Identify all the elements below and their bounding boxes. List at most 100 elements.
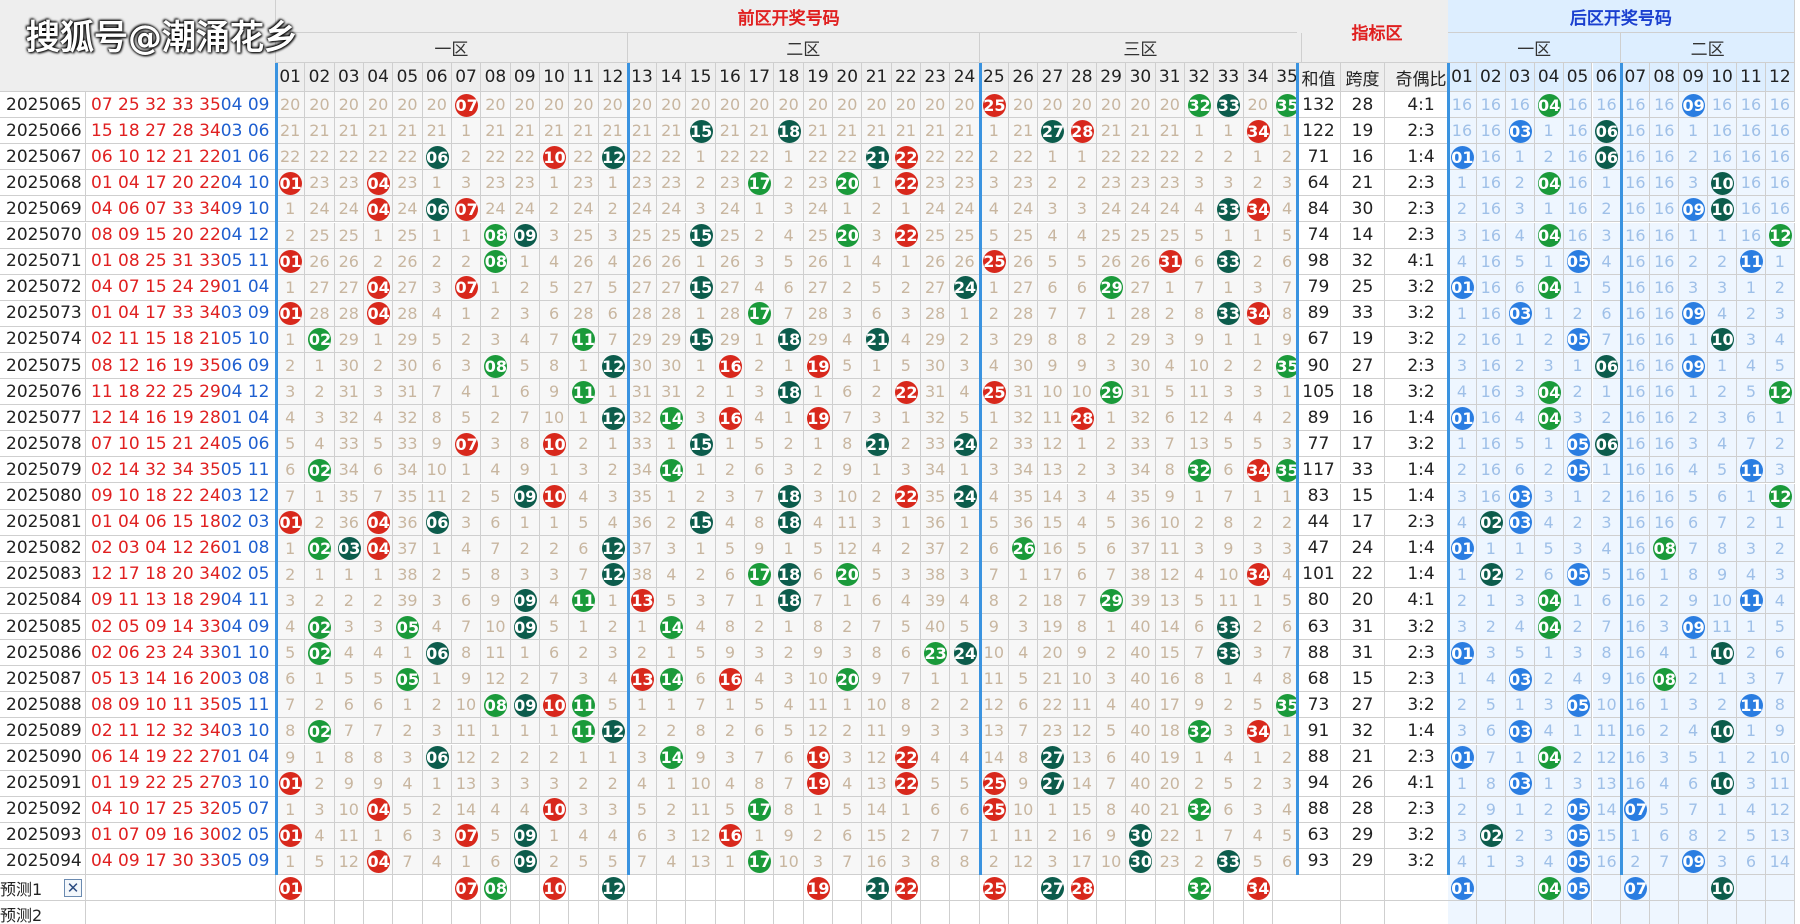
prediction-front-cell[interactable] bbox=[1243, 901, 1273, 924]
prediction-front-cell[interactable] bbox=[481, 901, 511, 924]
prediction-front-cell[interactable] bbox=[1067, 901, 1097, 924]
prediction-front-cell[interactable] bbox=[1155, 875, 1185, 902]
prediction-back-cell[interactable] bbox=[1679, 875, 1709, 902]
prediction-front-cell[interactable] bbox=[686, 875, 716, 902]
prediction-front-cell[interactable] bbox=[803, 901, 834, 924]
prediction-back-cell[interactable] bbox=[1476, 875, 1506, 902]
front-omission-cell: 8 bbox=[334, 744, 364, 771]
prediction-back-cell[interactable] bbox=[1505, 901, 1535, 924]
prediction-front-cell[interactable] bbox=[627, 875, 658, 902]
prediction-front-cell[interactable] bbox=[1214, 875, 1244, 902]
prediction-front-cell[interactable] bbox=[393, 901, 423, 924]
prediction-front-cell[interactable] bbox=[569, 901, 599, 924]
prediction-front-cell[interactable] bbox=[657, 901, 687, 924]
prediction-back-cell[interactable] bbox=[1621, 901, 1651, 924]
front-omission-cell: 8 bbox=[1009, 744, 1039, 771]
prediction-front-cell[interactable] bbox=[422, 901, 452, 924]
prediction-front-cell[interactable] bbox=[363, 901, 394, 924]
prediction-front-cell[interactable] bbox=[451, 901, 482, 924]
prediction-front-cell[interactable] bbox=[1038, 901, 1068, 924]
front-omission-cell: 4 bbox=[422, 848, 452, 875]
prediction-front-cell[interactable] bbox=[833, 901, 863, 924]
prediction-front-cell[interactable] bbox=[1009, 901, 1039, 924]
prediction-back-cell[interactable] bbox=[1737, 875, 1766, 902]
prediction-front-cell[interactable] bbox=[774, 875, 804, 902]
front-omission-cell: 25 bbox=[627, 222, 658, 249]
front-omission-cell: 7 bbox=[745, 744, 775, 771]
prediction-front-cell[interactable] bbox=[1009, 875, 1039, 902]
prediction-front-cell[interactable] bbox=[598, 901, 628, 924]
prediction-front-cell[interactable] bbox=[1214, 901, 1244, 924]
prediction-front-cell[interactable] bbox=[510, 875, 540, 902]
prediction-front-cell[interactable] bbox=[950, 901, 980, 924]
prediction-front-cell[interactable] bbox=[891, 901, 922, 924]
prediction-front-cell[interactable] bbox=[950, 875, 980, 902]
prediction-back-cell[interactable] bbox=[1476, 901, 1506, 924]
prediction-front-cell[interactable] bbox=[393, 875, 423, 902]
front-hit-ball: 25 bbox=[982, 798, 1006, 822]
prediction-draw-cell[interactable] bbox=[86, 901, 276, 924]
prediction-front-cell[interactable] bbox=[715, 901, 746, 924]
prediction-front-cell[interactable] bbox=[833, 875, 863, 902]
back-omission-cell: 13 bbox=[1765, 822, 1795, 849]
prediction-back-cell[interactable] bbox=[1448, 901, 1477, 924]
issue-number: 2025081 bbox=[0, 509, 86, 536]
prediction-back-cell[interactable] bbox=[1765, 901, 1795, 924]
back-draw-text: 04 09 bbox=[220, 616, 270, 637]
prediction-front-cell[interactable] bbox=[774, 901, 804, 924]
prediction-back-cell[interactable] bbox=[1505, 875, 1535, 902]
back-omission-cell: 1 bbox=[1765, 248, 1795, 275]
prediction-front-cell[interactable] bbox=[276, 901, 306, 924]
prediction-back-cell[interactable] bbox=[1737, 901, 1766, 924]
prediction-front-cell[interactable] bbox=[627, 901, 658, 924]
front-hit-ball: 18 bbox=[777, 563, 801, 587]
prediction-front-cell[interactable] bbox=[569, 875, 599, 902]
prediction-front-cell[interactable] bbox=[715, 875, 746, 902]
prediction-front-cell[interactable] bbox=[305, 875, 335, 902]
prediction-front-cell[interactable] bbox=[539, 901, 570, 924]
prediction-front-cell[interactable] bbox=[1126, 901, 1156, 924]
prediction-front-cell[interactable] bbox=[745, 875, 775, 902]
prediction-back-cell[interactable] bbox=[1765, 875, 1795, 902]
prediction-back-cell[interactable] bbox=[1679, 901, 1709, 924]
prediction-draw-cell[interactable] bbox=[86, 875, 276, 902]
prediction-front-cell[interactable] bbox=[510, 901, 540, 924]
prediction-back-cell[interactable] bbox=[1650, 875, 1680, 902]
front-omission-cell: 10 bbox=[1155, 509, 1185, 536]
prediction-back-cell[interactable] bbox=[1592, 875, 1622, 902]
back-omission-cell: 5 bbox=[1592, 274, 1622, 301]
front-omission-cell: 14 bbox=[1067, 770, 1097, 797]
back-omission-cell: 8 bbox=[1765, 692, 1795, 719]
prediction-back-cell[interactable] bbox=[1534, 901, 1564, 924]
front-omission-cell: 5 bbox=[276, 431, 306, 458]
prediction-front-cell[interactable] bbox=[1155, 901, 1185, 924]
prediction-front-cell[interactable] bbox=[1126, 875, 1156, 902]
prediction-back-cell[interactable] bbox=[1708, 901, 1737, 924]
prediction-back-cell[interactable] bbox=[1563, 901, 1593, 924]
prediction-front-cell[interactable] bbox=[686, 901, 716, 924]
close-icon[interactable]: ✕ bbox=[64, 879, 82, 897]
prediction-back-cell[interactable] bbox=[1650, 901, 1680, 924]
prediction-front-cell[interactable] bbox=[422, 875, 452, 902]
back-hit-ball: 05 bbox=[1566, 850, 1590, 874]
back-omission-cell: 16 bbox=[1476, 248, 1506, 275]
prediction-front-cell[interactable] bbox=[862, 901, 892, 924]
prediction-front-cell[interactable] bbox=[745, 901, 775, 924]
front-draw-text: 12 14 16 19 28 bbox=[91, 407, 221, 428]
prediction-front-cell[interactable] bbox=[305, 901, 335, 924]
prediction-front-cell[interactable] bbox=[921, 875, 951, 902]
front-omission-cell: 10 bbox=[686, 770, 716, 797]
prediction-back-cell[interactable] bbox=[1592, 901, 1622, 924]
prediction-front-cell[interactable] bbox=[363, 875, 394, 902]
prediction-front-cell[interactable] bbox=[979, 901, 1009, 924]
back-omission-cell: 3 bbox=[1534, 483, 1564, 510]
prediction-front-cell[interactable] bbox=[334, 875, 364, 902]
prediction-front-cell[interactable] bbox=[1184, 901, 1215, 924]
front-omission-cell: 3 bbox=[334, 614, 364, 641]
front-omission-cell: 1 bbox=[833, 587, 863, 614]
prediction-front-cell[interactable] bbox=[1096, 901, 1127, 924]
prediction-front-cell[interactable] bbox=[921, 901, 951, 924]
prediction-front-cell[interactable] bbox=[334, 901, 364, 924]
prediction-front-cell[interactable] bbox=[1096, 875, 1127, 902]
prediction-front-cell[interactable] bbox=[657, 875, 687, 902]
